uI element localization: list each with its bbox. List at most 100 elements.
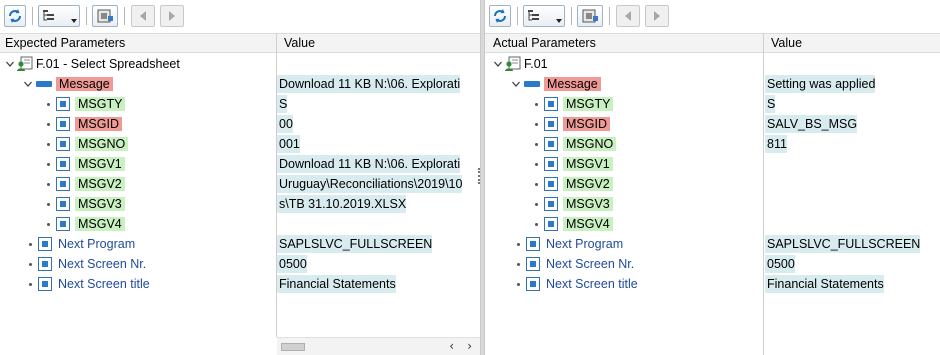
param-row-msgv4[interactable]: MSGV4 bbox=[0, 214, 480, 234]
left-toolbar bbox=[0, 0, 480, 32]
param-row-msgv1[interactable]: MSGV1 Download 11 KB N:\06. Explorati bbox=[0, 154, 480, 174]
param-label: MSGV1 bbox=[75, 157, 125, 171]
nav-back-button[interactable] bbox=[131, 5, 155, 27]
tree-root-node[interactable]: F.01 bbox=[485, 54, 940, 74]
value-column-header[interactable]: Value bbox=[771, 36, 802, 50]
scroll-left-icon[interactable]: ‹ bbox=[449, 339, 454, 353]
param-label: Next Screen title bbox=[58, 277, 150, 291]
param-value[interactable]: SALV_BS_MSG bbox=[765, 115, 858, 133]
param-value[interactable]: 00 bbox=[277, 115, 293, 133]
param-row-next-program[interactable]: Next Program SAPLSLVC_FULLSCREEN bbox=[485, 234, 940, 254]
chevron-down-icon[interactable] bbox=[512, 80, 520, 88]
tree-settings-button[interactable] bbox=[38, 5, 80, 27]
resize-grip[interactable] bbox=[478, 168, 480, 184]
tree-bullet bbox=[517, 243, 520, 246]
nav-back-button[interactable] bbox=[616, 5, 640, 27]
nav-forward-button[interactable] bbox=[160, 5, 184, 27]
tree-settings-button[interactable] bbox=[523, 5, 565, 27]
param-label: MSGNO bbox=[563, 137, 617, 151]
param-value[interactable]: Download 11 KB N:\06. Explorati bbox=[277, 155, 461, 173]
tree-bullet bbox=[47, 183, 50, 186]
param-row-message[interactable]: Message Setting was applied bbox=[485, 74, 940, 94]
toolbar-separator bbox=[571, 7, 572, 25]
param-label: MSGV3 bbox=[563, 197, 613, 211]
horizontal-scrollbar[interactable]: ‹ › bbox=[277, 337, 480, 355]
chevron-down-icon[interactable] bbox=[24, 80, 32, 88]
tree-root-label: F.01 - Select Spreadsheet bbox=[36, 57, 180, 71]
param-row-msgid[interactable]: MSGID SALV_BS_MSG bbox=[485, 114, 940, 134]
param-row-msgv3[interactable]: MSGV3 s\TB 31.10.2019.XLSX bbox=[0, 194, 480, 214]
param-value[interactable]: SAPLSLVC_FULLSCREEN bbox=[765, 235, 921, 253]
field-icon bbox=[544, 157, 558, 171]
param-row-msgno[interactable]: MSGNO 811 bbox=[485, 134, 940, 154]
param-value[interactable] bbox=[765, 175, 767, 193]
refresh-button[interactable] bbox=[489, 5, 511, 27]
field-icon bbox=[526, 237, 540, 251]
param-row-msgv1[interactable]: MSGV1 bbox=[485, 154, 940, 174]
param-row-msgid[interactable]: MSGID 00 bbox=[0, 114, 480, 134]
param-row-next-screen-title[interactable]: Next Screen title Financial Statements bbox=[485, 274, 940, 294]
chevron-down-icon bbox=[71, 19, 77, 23]
param-value[interactable]: Setting was applied bbox=[765, 75, 876, 93]
chevron-down-icon[interactable] bbox=[6, 60, 14, 68]
param-label: MSGV1 bbox=[563, 157, 613, 171]
toolbar-separator bbox=[32, 7, 33, 25]
chevron-down-icon[interactable] bbox=[494, 60, 502, 68]
param-value[interactable]: 811 bbox=[765, 135, 787, 153]
param-value[interactable]: 001 bbox=[277, 135, 300, 153]
param-label: MSGTY bbox=[563, 97, 614, 111]
param-value[interactable]: S bbox=[765, 95, 776, 113]
param-row-message[interactable]: Message Download 11 KB N:\06. Explorati bbox=[0, 74, 480, 94]
param-label: Next Screen Nr. bbox=[546, 257, 635, 271]
tree-root-node[interactable]: F.01 - Select Spreadsheet bbox=[0, 54, 480, 74]
refresh-button[interactable] bbox=[4, 5, 26, 27]
param-row-next-screen-nr[interactable]: Next Screen Nr. 0500 bbox=[485, 254, 940, 274]
tree-bullet bbox=[535, 123, 538, 126]
param-row-msgty[interactable]: MSGTY S bbox=[0, 94, 480, 114]
field-icon bbox=[544, 137, 558, 151]
param-value[interactable]: Financial Statements bbox=[277, 275, 396, 293]
param-value[interactable]: S bbox=[277, 95, 288, 113]
parameters-column-header[interactable]: Expected Parameters bbox=[5, 36, 125, 50]
param-value[interactable]: Financial Statements bbox=[765, 275, 884, 293]
scrollbar-thumb[interactable] bbox=[281, 343, 305, 351]
param-value[interactable]: SAPLSLVC_FULLSCREEN bbox=[277, 235, 433, 253]
param-row-next-screen-title[interactable]: Next Screen title Financial Statements bbox=[0, 274, 480, 294]
param-label: MSGID bbox=[75, 117, 122, 131]
param-value[interactable]: 0500 bbox=[277, 255, 307, 273]
param-row-msgv2[interactable]: MSGV2 Uruguay\Reconciliations\2019\10 bbox=[0, 174, 480, 194]
param-row-msgty[interactable]: MSGTY S bbox=[485, 94, 940, 114]
tree-bullet bbox=[47, 143, 50, 146]
param-label: MSGV4 bbox=[75, 217, 125, 231]
param-label: Next Screen Nr. bbox=[58, 257, 147, 271]
print-button[interactable] bbox=[92, 5, 118, 27]
param-label: MSGV4 bbox=[563, 217, 613, 231]
param-value[interactable]: Uruguay\Reconciliations\2019\10 bbox=[277, 175, 463, 193]
value-column-header[interactable]: Value bbox=[284, 36, 315, 50]
print-button[interactable] bbox=[577, 5, 603, 27]
param-value[interactable]: s\TB 31.10.2019.XLSX bbox=[277, 195, 407, 213]
toolbar-separator bbox=[86, 7, 87, 25]
param-row-msgv2[interactable]: MSGV2 bbox=[485, 174, 940, 194]
param-value[interactable] bbox=[765, 195, 767, 213]
param-row-msgno[interactable]: MSGNO 001 bbox=[0, 134, 480, 154]
param-row-next-program[interactable]: Next Program SAPLSLVC_FULLSCREEN bbox=[0, 234, 480, 254]
param-value[interactable]: 0500 bbox=[765, 255, 795, 273]
param-value[interactable]: Download 11 KB N:\06. Explorati bbox=[277, 75, 461, 93]
tree-bullet bbox=[47, 163, 50, 166]
param-row-msgv4[interactable]: MSGV4 bbox=[485, 214, 940, 234]
scroll-right-icon[interactable]: › bbox=[467, 339, 472, 353]
field-icon bbox=[38, 277, 52, 291]
nav-forward-icon bbox=[654, 11, 660, 21]
param-row-next-screen-nr[interactable]: Next Screen Nr. 0500 bbox=[0, 254, 480, 274]
nav-back-icon bbox=[140, 11, 146, 21]
param-label: MSGV2 bbox=[563, 177, 613, 191]
param-label: MSGID bbox=[563, 117, 610, 131]
nav-forward-button[interactable] bbox=[645, 5, 669, 27]
field-icon bbox=[544, 217, 558, 231]
param-row-msgv3[interactable]: MSGV3 bbox=[485, 194, 940, 214]
param-value[interactable] bbox=[277, 215, 279, 233]
param-value[interactable] bbox=[765, 155, 767, 173]
parameters-column-header[interactable]: Actual Parameters bbox=[493, 36, 596, 50]
param-value[interactable] bbox=[765, 215, 767, 233]
